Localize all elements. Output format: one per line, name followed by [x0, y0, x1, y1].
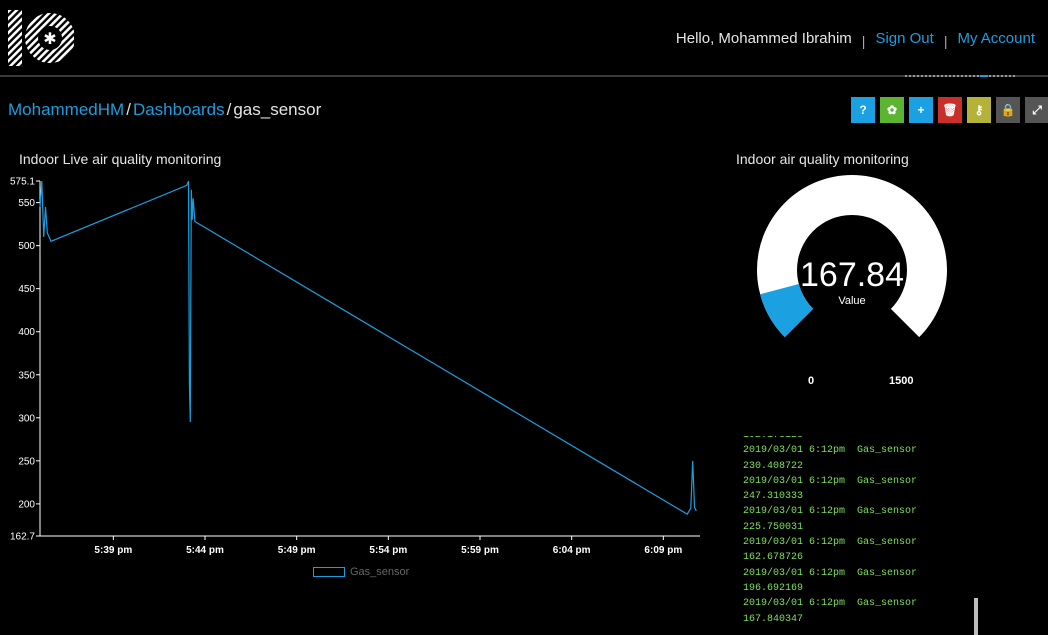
- top-nav: Hello, Mohammed Ibrahim | Sign Out | My …: [675, 30, 1035, 49]
- dashboard-toolbar: ? ✿ + 🗑 ⚷ 🔒 ⤢: [851, 97, 1048, 123]
- stream-line: 230.408722: [743, 460, 804, 472]
- breadcrumb-user-link[interactable]: MohammedHM: [8, 100, 124, 119]
- gauge-value-label: Value: [838, 295, 865, 307]
- breadcrumb-separator: /: [226, 100, 232, 119]
- x-tick-label: 6:04 pm: [553, 545, 591, 556]
- gear-icon: ✿: [886, 103, 898, 117]
- expand-icon: ⤢: [1032, 102, 1042, 117]
- breadcrumb-current: gas_sensor: [233, 100, 322, 119]
- my-account-link[interactable]: My Account: [957, 30, 1035, 47]
- header-divider-dots: [905, 75, 1015, 77]
- user-greeting: Hello, Mohammed Ibrahim: [675, 30, 852, 47]
- data-stream-list[interactable]: 192.173128 2019/03/01 6:12pm Gas_sensor 23…: [743, 436, 973, 635]
- breadcrumb-separator: /: [126, 100, 131, 119]
- series-line-gas-sensor: [39, 180, 697, 516]
- stream-line: 192.173128: [743, 436, 973, 443]
- trash-icon: 🗑: [942, 103, 958, 117]
- x-tick-label: 6:09 pm: [644, 545, 682, 556]
- header-divider: [0, 75, 1048, 77]
- gauge-min-label: 0: [808, 375, 815, 387]
- y-tick-label: 350: [18, 370, 35, 381]
- plus-icon: +: [917, 103, 925, 117]
- gauge: 167.84 Value: [757, 175, 947, 338]
- stream-line: 247.310333: [743, 491, 804, 503]
- x-tick-label: 5:49 pm: [278, 545, 316, 556]
- stream-line: 2019/03/01 6:12pm Gas_sensor: [743, 598, 918, 610]
- stream-line: 2019/03/01 6:12pm Gas_sensor: [743, 567, 918, 579]
- x-tick-label: 5:59 pm: [461, 545, 499, 556]
- gauge-value: 167.84: [800, 256, 904, 294]
- y-tick-label: 300: [18, 413, 35, 424]
- stream-scrollbar[interactable]: [974, 598, 978, 635]
- stream-line: 2019/03/01 6:12pm Gas_sensor: [743, 445, 918, 457]
- x-tick-label: 5:44 pm: [186, 545, 224, 556]
- stream-line: 2019/03/01 6:12pm Gas_sensor: [743, 475, 918, 487]
- delete-button[interactable]: 🗑: [938, 97, 962, 123]
- sign-out-link[interactable]: Sign Out: [875, 30, 933, 47]
- x-tick-label: 5:39 pm: [94, 545, 132, 556]
- y-tick-label: 550: [18, 198, 35, 209]
- y-tick-label: 162.7: [10, 532, 35, 543]
- lock-button[interactable]: 🔒: [996, 97, 1020, 123]
- y-tick-label: 575.1: [10, 177, 35, 188]
- stream-line: 196.692169: [743, 582, 804, 594]
- stream-line: 2019/03/01 6:12pm Gas_sensor: [743, 506, 918, 518]
- stream-line: 225.750031: [743, 521, 804, 533]
- y-tick-label: 400: [18, 327, 35, 338]
- x-tick-label: 5:54 pm: [369, 545, 407, 556]
- data-stream-content: 192.173128 2019/03/01 6:12pm Gas_sensor 23…: [743, 436, 973, 627]
- y-tick-label: 450: [18, 284, 35, 295]
- breadcrumb: MohammedHM / Dashboards / gas_sensor: [8, 100, 321, 120]
- header-divider-accent: [980, 75, 988, 77]
- key-button[interactable]: ⚷: [967, 97, 991, 123]
- y-tick-label: 200: [18, 499, 35, 510]
- lock-icon: 🔒: [1000, 103, 1016, 117]
- y-tick-label: 250: [18, 456, 35, 467]
- breadcrumb-dashboards-link[interactable]: Dashboards: [133, 100, 225, 119]
- settings-button[interactable]: ✿: [880, 97, 904, 123]
- io-logo[interactable]: ✱: [8, 10, 74, 66]
- fullscreen-button[interactable]: ⤢: [1025, 97, 1048, 123]
- key-icon: ⚷: [974, 103, 984, 117]
- nav-separator: |: [943, 32, 948, 49]
- gauge-max-label: 1500: [889, 375, 914, 387]
- chart-block-title: Indoor Live air quality monitoring: [19, 151, 222, 167]
- nav-separator: |: [861, 32, 866, 49]
- legend-label: Gas_sensor: [350, 566, 410, 578]
- legend-swatch: [313, 567, 345, 577]
- svg-text:✱: ✱: [43, 29, 56, 48]
- stream-line: 2019/03/01 6:12pm Gas_sensor: [743, 537, 918, 549]
- chart-legend[interactable]: Gas_sensor: [313, 566, 409, 578]
- y-tick-label: 500: [18, 241, 35, 252]
- line-chart: 575.1 550 500 450 400 350 300 250 200 162.7 5:39 p…: [10, 177, 700, 556]
- add-block-button[interactable]: +: [909, 97, 933, 123]
- stream-line: 167.840347: [743, 613, 804, 625]
- help-button[interactable]: ?: [851, 97, 875, 123]
- stream-line: 162.678726: [743, 552, 804, 564]
- question-icon: ?: [859, 103, 867, 117]
